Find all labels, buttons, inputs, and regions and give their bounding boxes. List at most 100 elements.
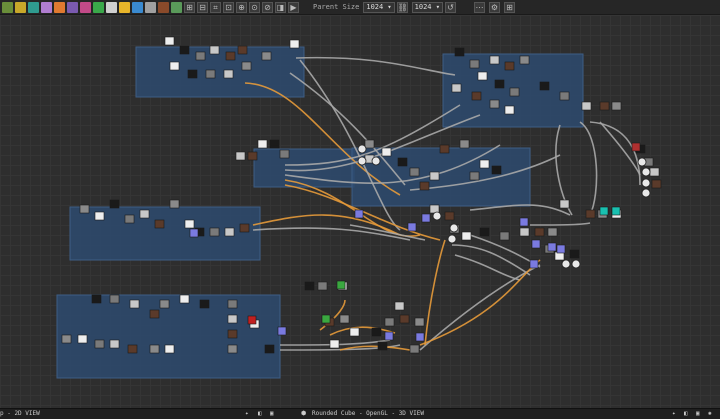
graph-node[interactable] xyxy=(261,51,272,61)
graph-node[interactable] xyxy=(479,159,490,169)
graph-node[interactable] xyxy=(611,101,622,111)
graph-node[interactable] xyxy=(164,36,175,46)
graph-node[interactable] xyxy=(599,101,610,111)
graph-node[interactable] xyxy=(451,83,462,93)
graph-node[interactable] xyxy=(461,231,472,241)
graph-node[interactable] xyxy=(124,214,135,224)
accent-graph-node[interactable] xyxy=(531,239,541,249)
node-graph-canvas[interactable] xyxy=(0,15,720,408)
tool-icon-9[interactable]: ▶ xyxy=(288,1,299,13)
node-type-button-10[interactable] xyxy=(119,1,130,13)
accent-graph-node[interactable] xyxy=(415,332,425,342)
node-type-button-8[interactable] xyxy=(93,1,104,13)
graph-node[interactable] xyxy=(109,199,120,209)
graph-node[interactable] xyxy=(349,327,360,337)
graph-node[interactable] xyxy=(227,299,238,309)
graph-node[interactable] xyxy=(394,301,405,311)
graph-node[interactable] xyxy=(519,227,530,237)
accent-graph-node[interactable] xyxy=(384,331,394,341)
graph-node[interactable] xyxy=(494,79,505,89)
accent-graph-node[interactable] xyxy=(556,244,566,254)
accent-graph-node[interactable] xyxy=(519,217,529,227)
node-type-button-9[interactable] xyxy=(106,1,117,13)
graph-node[interactable] xyxy=(257,139,268,149)
graph-node[interactable] xyxy=(489,99,500,109)
graph-node[interactable] xyxy=(227,329,238,339)
graph-node[interactable] xyxy=(279,149,290,159)
graph-node[interactable] xyxy=(304,281,315,291)
graph-node[interactable] xyxy=(469,59,480,69)
graph-node[interactable] xyxy=(224,227,235,237)
accent-graph-node[interactable] xyxy=(407,222,417,232)
graph-node[interactable] xyxy=(499,231,510,241)
preview-node[interactable] xyxy=(641,178,651,188)
accent-graph-node[interactable] xyxy=(547,242,557,252)
more-icon[interactable]: ⋯ xyxy=(473,1,485,13)
graph-node[interactable] xyxy=(399,314,410,324)
graph-node[interactable] xyxy=(397,157,408,167)
graph-node[interactable] xyxy=(109,294,120,304)
graph-node[interactable] xyxy=(139,209,150,219)
graph-node[interactable] xyxy=(235,151,246,161)
graph-node[interactable] xyxy=(94,339,105,349)
graph-node[interactable] xyxy=(179,45,190,55)
output-size-select[interactable]: 1024 ▾ xyxy=(411,1,443,13)
node-type-button-13[interactable] xyxy=(158,1,169,13)
preview-node[interactable] xyxy=(449,223,459,233)
graph-node[interactable] xyxy=(585,209,596,219)
accent-graph-node[interactable] xyxy=(277,326,287,336)
tool-icon-6[interactable]: ⊙ xyxy=(249,1,260,13)
node-type-button-12[interactable] xyxy=(145,1,156,13)
node-type-button-3[interactable] xyxy=(28,1,39,13)
node-type-button-11[interactable] xyxy=(132,1,143,13)
graph-node[interactable] xyxy=(339,314,350,324)
graph-node[interactable] xyxy=(569,249,580,259)
graph-node[interactable] xyxy=(534,227,545,237)
layout-icon[interactable]: ⊞ xyxy=(503,1,515,13)
graph-node[interactable] xyxy=(223,69,234,79)
graph-node[interactable] xyxy=(179,294,190,304)
graph-node[interactable] xyxy=(239,223,250,233)
node-type-button-5[interactable] xyxy=(54,1,65,13)
link-icon[interactable]: ⛓ xyxy=(396,1,408,13)
node-type-button-6[interactable] xyxy=(67,1,78,13)
graph-node[interactable] xyxy=(247,151,258,161)
graph-node[interactable] xyxy=(169,61,180,71)
graph-node[interactable] xyxy=(419,181,430,191)
graph-node[interactable] xyxy=(199,299,210,309)
preview-node[interactable] xyxy=(561,259,571,269)
graph-node[interactable] xyxy=(439,144,450,154)
graph-node[interactable] xyxy=(651,179,662,189)
graph-node[interactable] xyxy=(109,339,120,349)
graph-node[interactable] xyxy=(159,299,170,309)
accent-graph-node[interactable] xyxy=(529,259,539,269)
graph-node[interactable] xyxy=(154,219,165,229)
graph-node[interactable] xyxy=(409,344,420,354)
accent-graph-node[interactable] xyxy=(247,315,257,325)
graph-node[interactable] xyxy=(205,69,216,79)
graph-node[interactable] xyxy=(184,219,195,229)
accent-graph-node[interactable] xyxy=(321,314,331,324)
graph-node[interactable] xyxy=(547,227,558,237)
graph-node[interactable] xyxy=(317,281,328,291)
accent-graph-node[interactable] xyxy=(631,142,641,152)
preview-node[interactable] xyxy=(371,156,381,166)
tool-icon-2[interactable]: ⊟ xyxy=(197,1,208,13)
graph-node[interactable] xyxy=(491,165,502,175)
preview-node[interactable] xyxy=(447,234,457,244)
accent-graph-node[interactable] xyxy=(421,213,431,223)
preview-node[interactable] xyxy=(357,144,367,154)
graph-node[interactable] xyxy=(169,199,180,209)
graph-node[interactable] xyxy=(264,344,275,354)
tool-icon-5[interactable]: ⊕ xyxy=(236,1,247,13)
graph-node[interactable] xyxy=(539,81,550,91)
graph-node[interactable] xyxy=(371,327,382,337)
graph-node[interactable] xyxy=(149,344,160,354)
graph-node[interactable] xyxy=(164,344,175,354)
graph-node[interactable] xyxy=(559,199,570,209)
node-type-button-4[interactable] xyxy=(41,1,52,13)
preview-node[interactable] xyxy=(641,188,651,198)
graph-node[interactable] xyxy=(227,314,238,324)
accent-graph-node[interactable] xyxy=(336,280,346,290)
node-type-button-1[interactable] xyxy=(2,1,13,13)
